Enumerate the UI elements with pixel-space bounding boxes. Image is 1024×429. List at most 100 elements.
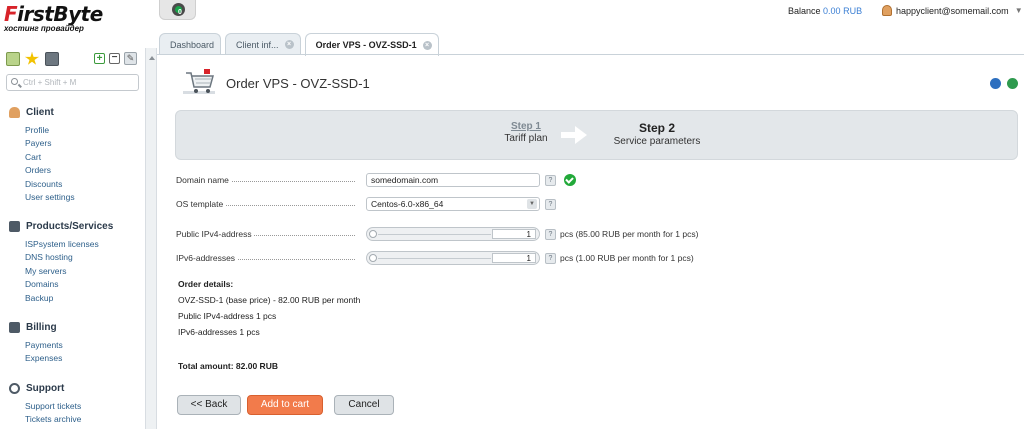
client-icon — [9, 106, 20, 118]
section-title: Client — [26, 106, 54, 118]
sidebar-toolbar: + − ✎ — [6, 52, 140, 68]
sidebar-item-profile[interactable]: Profile — [25, 124, 75, 137]
logo-letter: F — [4, 2, 18, 26]
field-label: OS template — [176, 199, 359, 209]
sidebar-item-orders[interactable]: Orders — [25, 164, 75, 177]
sidebar-item-discounts[interactable]: Discounts — [25, 178, 75, 191]
ipv4-quantity-input[interactable]: 1 — [492, 229, 536, 239]
menu-icon[interactable] — [6, 52, 20, 66]
refresh-icon[interactable] — [990, 78, 1001, 89]
collapse-arrow-icon[interactable] — [149, 56, 155, 60]
close-icon[interactable]: × — [422, 40, 432, 50]
field-ipv6: IPv6-addresses 1 ? pcs (1.00 RUB per mon… — [176, 251, 694, 265]
sidebar-item-backup[interactable]: Backup — [25, 292, 113, 305]
sidebar-item-dns-hosting[interactable]: DNS hosting — [25, 251, 113, 264]
field-label: Public IPv4-address — [176, 229, 359, 239]
sidebar-item-payers[interactable]: Payers — [25, 137, 75, 150]
domain-name-input[interactable]: somedomain.com — [366, 173, 540, 187]
step-1[interactable]: Step 1 Tariff plan — [491, 121, 561, 144]
tab-label: Dashboard — [170, 39, 215, 50]
notification-count: 0 — [178, 9, 182, 16]
balance: Balance 0.00 RUB — [788, 6, 862, 16]
headset-icon — [9, 382, 20, 394]
sidebar-item-my-servers[interactable]: My servers — [25, 265, 113, 278]
field-ipv4: Public IPv4-address 1 ? pcs (85.00 RUB p… — [176, 227, 698, 241]
sidebar-splitter[interactable] — [146, 48, 157, 429]
pin-icon[interactable]: ✎ — [124, 52, 137, 65]
slider-handle[interactable] — [369, 254, 377, 262]
shopping-cart-icon — [183, 69, 215, 94]
expand-all-icon[interactable]: + — [94, 53, 105, 64]
field-label: IPv6-addresses — [176, 253, 359, 263]
slider-track[interactable] — [378, 258, 491, 259]
chevron-down-icon: ▼ — [1014, 6, 1023, 15]
sidebar-item-support-tickets[interactable]: Support tickets — [25, 400, 81, 413]
sidebar-section-client: Client Profile Payers Cart Orders Discou… — [9, 105, 75, 204]
ipv4-label: Public IPv4-address — [176, 229, 254, 239]
collapse-all-icon[interactable]: − — [109, 53, 120, 64]
user-menu[interactable]: happyclient@somemail.com ▼ — [882, 5, 1023, 16]
help-icon[interactable]: ? — [545, 252, 556, 264]
favorites-star-icon[interactable] — [25, 52, 39, 65]
balance-value[interactable]: 0.00 RUB — [823, 6, 862, 16]
slider-track[interactable] — [378, 234, 491, 235]
sidebar-section-products: Products/Services ISPsystem licenses DNS… — [9, 219, 113, 305]
chevron-down-icon[interactable]: ▼ — [527, 199, 537, 209]
slider-handle[interactable] — [369, 230, 377, 238]
user-email: happyclient@somemail.com — [896, 5, 1009, 16]
cancel-button[interactable]: Cancel — [334, 395, 394, 415]
balance-label: Balance — [788, 6, 821, 16]
sidebar-search-input[interactable]: Ctrl + Shift + M — [6, 74, 139, 91]
step-2: Step 2 Service parameters — [602, 121, 712, 147]
sidebar-section-billing: Billing Payments Expenses — [9, 320, 63, 366]
billing-icon — [9, 321, 20, 333]
sidebar-item-ispsystem-licenses[interactable]: ISPsystem licenses — [25, 238, 113, 251]
ipv6-label: IPv6-addresses — [176, 253, 238, 263]
sidebar-item-cart[interactable]: Cart — [25, 151, 75, 164]
sidebar-item-payments[interactable]: Payments — [25, 339, 63, 352]
step-1-title[interactable]: Step 1 — [491, 121, 561, 132]
section-header[interactable]: Support — [9, 381, 81, 395]
tab-order-vps[interactable]: Order VPS - OVZ-SSD-1 × — [304, 33, 439, 56]
field-label: Domain name — [176, 175, 359, 185]
wizard-steps: Step 1 Tariff plan Step 2 Service parame… — [175, 110, 1018, 160]
order-line: Public IPv4-address 1 pcs — [178, 311, 277, 321]
ipv6-slider[interactable]: 1 — [366, 251, 540, 265]
help-globe-icon[interactable] — [1007, 78, 1018, 89]
ipv6-quantity-input[interactable]: 1 — [492, 253, 536, 263]
section-title: Products/Services — [26, 220, 114, 232]
page-title: Order VPS - OVZ-SSD-1 — [226, 75, 370, 91]
tab-dashboard[interactable]: Dashboard — [159, 33, 222, 55]
sidebar-item-user-settings[interactable]: User settings — [25, 191, 75, 204]
step-1-subtitle: Tariff plan — [504, 133, 548, 144]
tab-divider — [157, 54, 1024, 55]
briefcase-icon[interactable] — [45, 52, 59, 66]
notifications-button[interactable]: 0 — [159, 0, 196, 20]
sidebar-item-expenses[interactable]: Expenses — [25, 352, 63, 365]
logo[interactable]: FirstByte хостинг провайдер — [4, 3, 144, 45]
check-icon — [564, 174, 576, 186]
section-header[interactable]: Products/Services — [9, 219, 113, 233]
order-line: IPv6-addresses 1 pcs — [178, 327, 260, 337]
help-icon[interactable]: ? — [545, 228, 556, 240]
sidebar-section-support: Support Support tickets Tickets archive — [9, 381, 81, 427]
tab-client-info[interactable]: Client inf... × — [225, 33, 301, 55]
sidebar-item-tickets-archive[interactable]: Tickets archive — [25, 413, 81, 426]
section-header[interactable]: Billing — [9, 320, 63, 334]
add-to-cart-button[interactable]: Add to cart — [247, 395, 323, 415]
sidebar-item-domains[interactable]: Domains — [25, 278, 113, 291]
tab-bar: Dashboard Client inf... × Order VPS - OVZ… — [159, 33, 439, 56]
os-label: OS template — [176, 199, 226, 209]
help-icon[interactable]: ? — [545, 198, 556, 210]
section-header[interactable]: Client — [9, 105, 75, 119]
back-button[interactable]: << Back — [177, 395, 241, 415]
user-icon — [882, 5, 892, 16]
ipv4-slider[interactable]: 1 — [366, 227, 540, 241]
step-2-title: Step 2 — [638, 121, 675, 135]
sidebar: + − ✎ Ctrl + Shift + M Client Profile Pa… — [0, 48, 146, 429]
os-template-select[interactable]: Centos-6.0-x86_64 ▼ — [366, 197, 540, 211]
help-icon[interactable]: ? — [545, 174, 556, 186]
close-icon[interactable]: × — [284, 40, 294, 49]
tab-label: Client inf... — [236, 39, 279, 50]
order-details: Order details: OVZ-SSD-1 (base price) - … — [178, 279, 360, 337]
